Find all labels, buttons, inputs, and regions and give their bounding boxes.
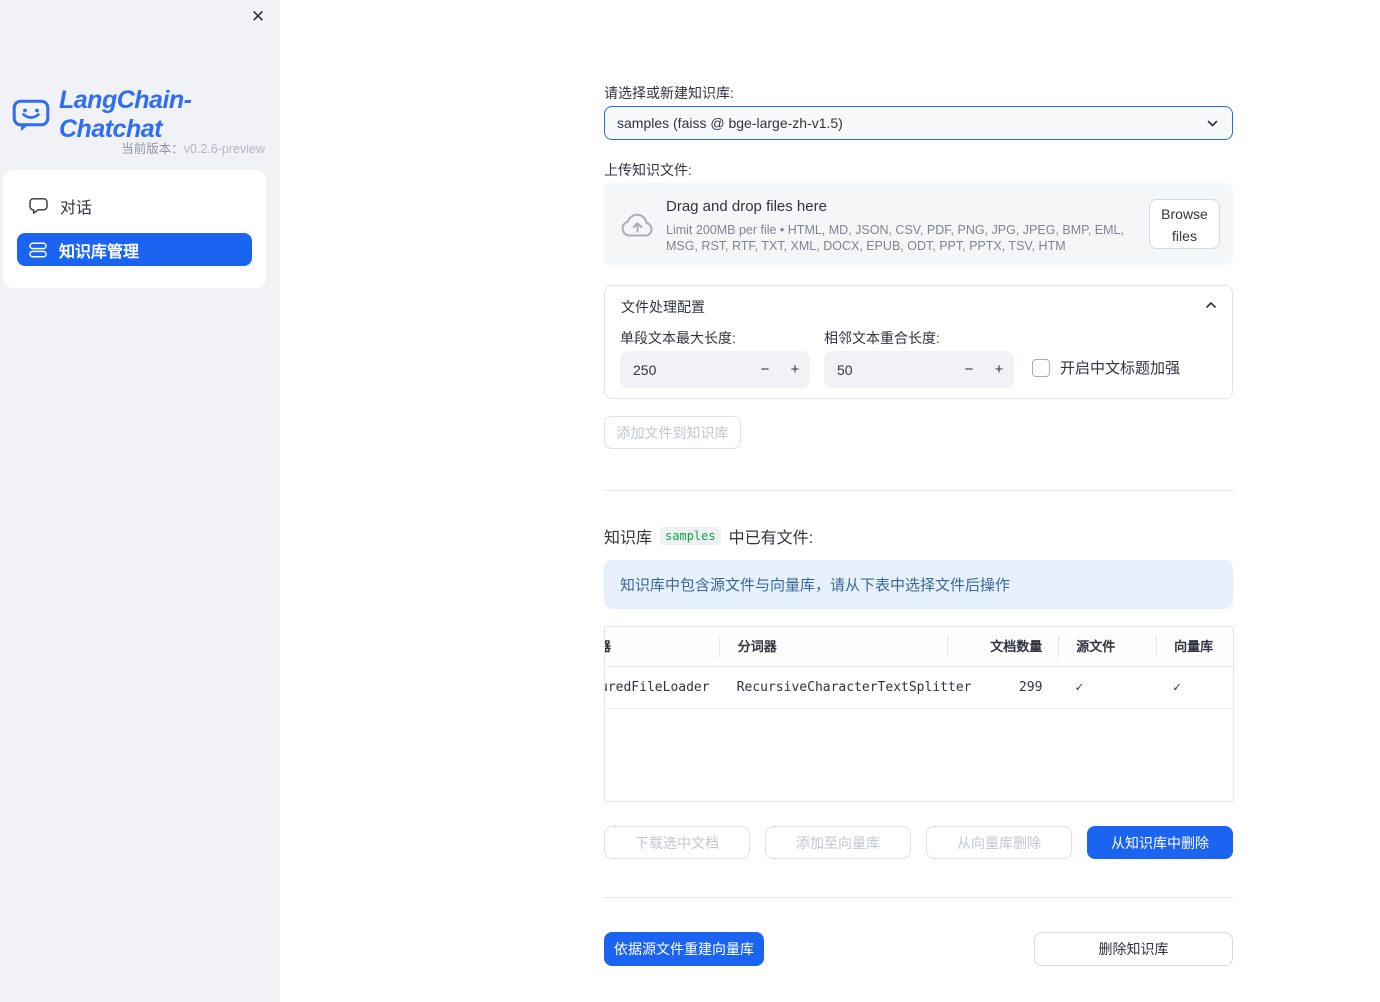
sidebar-item-dialogue[interactable]: 对话 (17, 189, 252, 222)
divider (604, 897, 1233, 898)
chat-bubble-icon (29, 197, 48, 215)
checkbox-label: 开启中文标题加强 (1060, 360, 1181, 377)
kb-name-code: samples (660, 527, 721, 545)
table-header-source-file[interactable]: 源文件 (1058, 635, 1156, 658)
expander-title[interactable]: 文件处理配置 (621, 297, 705, 317)
chat-smiley-logo-icon (12, 99, 50, 132)
increment-button[interactable]: + (780, 351, 810, 388)
sidebar-close-button[interactable]: ✕ (246, 5, 270, 29)
kb-select-value: samples (faiss @ bge-large-zh-v1.5) (617, 115, 843, 131)
file-config-expander: 文件处理配置 单段文本最大长度: 250 − + 相邻文本重合长度: 50 − … (604, 285, 1233, 399)
app-logo: LangChain-Chatchat (12, 86, 280, 144)
version-label: 当前版本： (121, 142, 184, 156)
rebuild-vector-store-button[interactable]: 依据源文件重建向量库 (604, 932, 764, 966)
table-header-splitter[interactable]: 分词器 (718, 635, 948, 658)
chevron-down-icon (1205, 116, 1220, 131)
sidebar-nav: 对话 知识库管理 (3, 170, 266, 288)
decrement-button[interactable]: − (750, 351, 780, 388)
sidebar: ✕ LangChain-Chatchat 当前版本：v0.2.6-preview (0, 0, 280, 1002)
table-header-row: 器 分词器 文档数量 源文件 向量库 (605, 627, 1233, 667)
delete-kb-button[interactable]: 删除知识库 (1034, 932, 1233, 966)
version-text: 当前版本：v0.2.6-preview (121, 138, 265, 157)
cell-vector-store-check: ✓ (1173, 679, 1181, 695)
kb-select-dropdown[interactable]: samples (faiss @ bge-large-zh-v1.5) (604, 106, 1233, 140)
table-row[interactable]: uredFileLoader RecursiveCharacterTextSpl… (605, 667, 1233, 709)
dropzone-title: Drag and drop files here (666, 198, 827, 215)
app-logo-text: LangChain-Chatchat (59, 86, 192, 143)
overlap-label: 相邻文本重合长度: (824, 330, 940, 346)
version-value: v0.2.6-preview (183, 142, 265, 156)
decrement-button[interactable]: − (954, 351, 984, 388)
max-length-input[interactable]: 250 − + (620, 351, 810, 388)
existing-files-heading: 知识库 samples 中已有文件: (604, 524, 813, 548)
cloud-upload-icon (619, 208, 656, 240)
sidebar-item-label: 知识库管理 (59, 243, 140, 261)
file-dropzone[interactable]: Drag and drop files here Limit 200MB per… (604, 183, 1233, 265)
chevron-up-icon[interactable] (1204, 298, 1218, 312)
browse-files-button[interactable]: Browse files (1149, 199, 1220, 249)
cell-doc-count: 299 (1018, 679, 1043, 695)
table-header-vector-store[interactable]: 向量库 (1156, 635, 1233, 658)
overlap-value: 50 (837, 361, 853, 378)
add-files-to-kb-button[interactable]: 添加文件到知识库 (604, 416, 741, 449)
kb-select-label: 请选择或新建知识库: (604, 85, 734, 101)
overlap-input[interactable]: 50 − + (824, 351, 1014, 388)
info-banner: 知识库中包含源文件与向量库，请从下表中选择文件后操作 (604, 560, 1233, 609)
cell-splitter: RecursiveCharacterTextSplitter (736, 679, 972, 695)
table-header-doc-count[interactable]: 文档数量 (947, 635, 1058, 658)
sidebar-item-kb-management[interactable]: 知识库管理 (17, 233, 252, 266)
checkbox-box-icon (1032, 358, 1050, 377)
header-label: 器 (605, 636, 611, 658)
sidebar-item-label: 对话 (60, 199, 93, 217)
cell-loader: uredFileLoader (605, 667, 719, 709)
cell-source-file-check: ✓ (1075, 679, 1084, 695)
max-length-label: 单段文本最大长度: (620, 330, 736, 346)
delete-from-kb-button[interactable]: 从知识库中删除 (1087, 826, 1233, 859)
zh-title-checkbox[interactable]: 开启中文标题加强 (1032, 357, 1180, 378)
increment-button[interactable]: + (984, 351, 1014, 388)
existing-files-suffix: 中已有文件: (728, 530, 814, 547)
existing-files-prefix: 知识库 (604, 530, 653, 547)
add-to-vector-store-button[interactable]: 添加至向量库 (765, 826, 911, 859)
app-root: ✕ LangChain-Chatchat 当前版本：v0.2.6-preview (0, 0, 1380, 1002)
info-banner-text: 知识库中包含源文件与向量库，请从下表中选择文件后操作 (620, 577, 1011, 594)
max-length-value: 250 (633, 361, 657, 378)
upload-label: 上传知识文件: (604, 162, 692, 178)
dropzone-limits: Limit 200MB per file • HTML, MD, JSON, C… (666, 223, 1124, 253)
cell-text: uredFileLoader (605, 679, 710, 695)
table-header-loader[interactable]: 器 (605, 636, 719, 658)
stacked-list-icon (29, 241, 47, 259)
files-table: 器 分词器 文档数量 源文件 向量库 uredFileLoader Recurs… (604, 626, 1234, 802)
download-selected-button[interactable]: 下载选中文档 (604, 826, 750, 859)
divider (604, 490, 1233, 491)
delete-from-vector-store-button[interactable]: 从向量库删除 (926, 826, 1072, 859)
